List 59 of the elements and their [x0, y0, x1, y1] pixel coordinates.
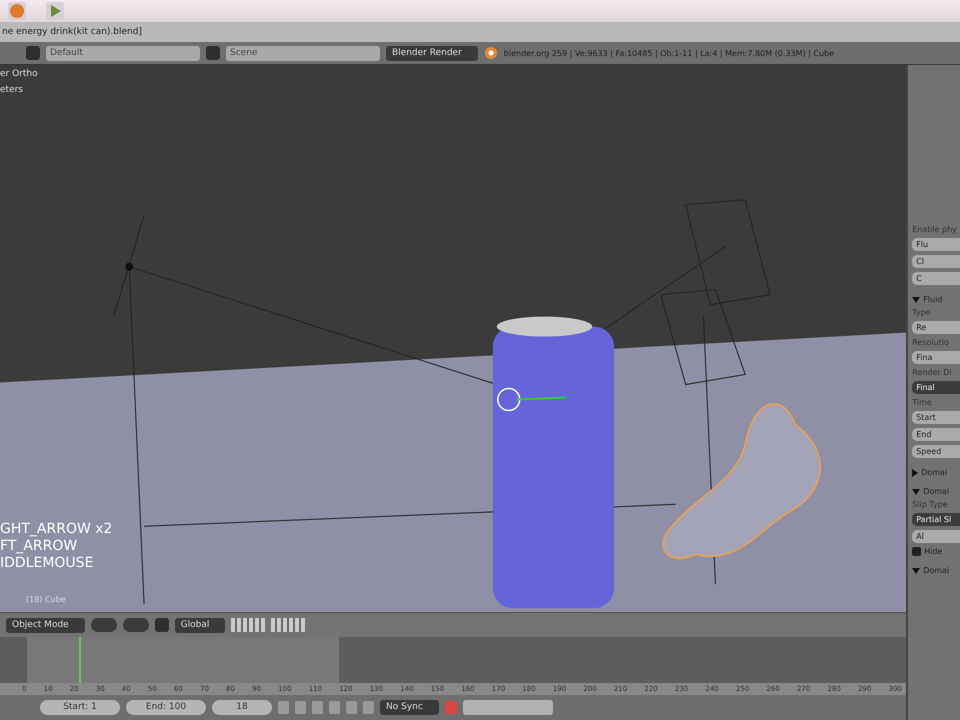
app-icon[interactable] [8, 2, 26, 20]
screen-layout-icon[interactable] [26, 46, 40, 60]
view-label: er Ortho [0, 69, 38, 79]
play-reverse-icon[interactable] [312, 701, 323, 714]
property-button[interactable]: End [912, 428, 960, 441]
scene-icon[interactable] [206, 46, 220, 60]
timeline-area[interactable] [0, 637, 906, 684]
orientation-dropdown[interactable]: Global [174, 618, 226, 633]
property-button[interactable]: Re [912, 321, 960, 334]
property-button[interactable]: Flu [912, 238, 960, 251]
jump-end-icon[interactable] [363, 701, 374, 714]
jump-start-icon[interactable] [278, 701, 289, 714]
property-label: Slip Type [912, 500, 949, 509]
property-label: Time [912, 398, 933, 407]
current-frame-field[interactable]: 18 [212, 700, 272, 716]
units-label: eters [0, 85, 24, 95]
object-label: (18) Cube [26, 595, 66, 604]
layers-grid-icon[interactable] [271, 618, 306, 632]
disclosure-triangle-icon[interactable] [912, 468, 918, 476]
play-icon[interactable] [46, 2, 64, 20]
key-log-line: FT_ARROW [0, 538, 78, 555]
checkbox-icon[interactable] [912, 547, 922, 556]
property-button[interactable]: Cl [912, 255, 960, 268]
disclosure-triangle-icon[interactable] [912, 296, 920, 302]
start-frame-field[interactable]: Start: 1 [40, 700, 120, 716]
disclosure-triangle-icon[interactable] [912, 488, 920, 494]
play-icon[interactable] [329, 701, 340, 714]
shading-icon[interactable] [90, 618, 117, 632]
property-label: Enable phy [912, 225, 958, 234]
end-frame-field[interactable]: End: 100 [126, 700, 206, 716]
scene-selector[interactable]: Scene [226, 46, 380, 60]
property-button[interactable]: Al [912, 530, 960, 543]
sync-dropdown[interactable]: No Sync [380, 700, 439, 716]
window-title: ne energy drink(kit can).blend] [2, 27, 142, 37]
next-keyframe-icon[interactable] [346, 701, 357, 714]
current-frame-line[interactable] [79, 637, 82, 684]
key-log-line: IDDLEMOUSE [0, 555, 94, 572]
layers-grid-icon[interactable] [231, 618, 266, 632]
property-label: Resolutio [912, 338, 950, 347]
logo-icon [484, 46, 498, 60]
previous-keyframe-icon[interactable] [295, 701, 306, 714]
property-button[interactable]: Speed [912, 445, 960, 458]
property-dropdown[interactable]: Final [912, 381, 960, 394]
mode-dropdown[interactable]: Object Mode [6, 618, 85, 633]
property-button[interactable]: Start [912, 411, 960, 424]
render-engine-dropdown[interactable]: Blender Render [386, 46, 478, 60]
property-label: Type [912, 308, 932, 317]
disclosure-triangle-icon[interactable] [912, 568, 920, 574]
3d-viewport[interactable]: er Ortho eters GHT_ARROW x2 FT_ARROW IDDLEMOUSE (18) Cube [0, 65, 906, 612]
property-button[interactable]: Fina [912, 351, 960, 364]
key-log-line: GHT_ARROW x2 [0, 521, 112, 538]
property-label: Render Di [912, 368, 953, 377]
property-dropdown[interactable]: Partial Sl [912, 513, 960, 526]
pivot-icon[interactable] [122, 618, 149, 632]
layout-selector[interactable]: Default [46, 46, 200, 60]
manipulator-icon[interactable] [154, 618, 169, 632]
scene-statistics: blender.org 259 | Ve:9633 | Fa:10485 | Ob:1-11 | La:4 | Mem:7.80M (0.33M) | Cube [504, 48, 834, 58]
keying-set-field[interactable] [462, 700, 553, 716]
property-button[interactable]: C [912, 272, 960, 285]
